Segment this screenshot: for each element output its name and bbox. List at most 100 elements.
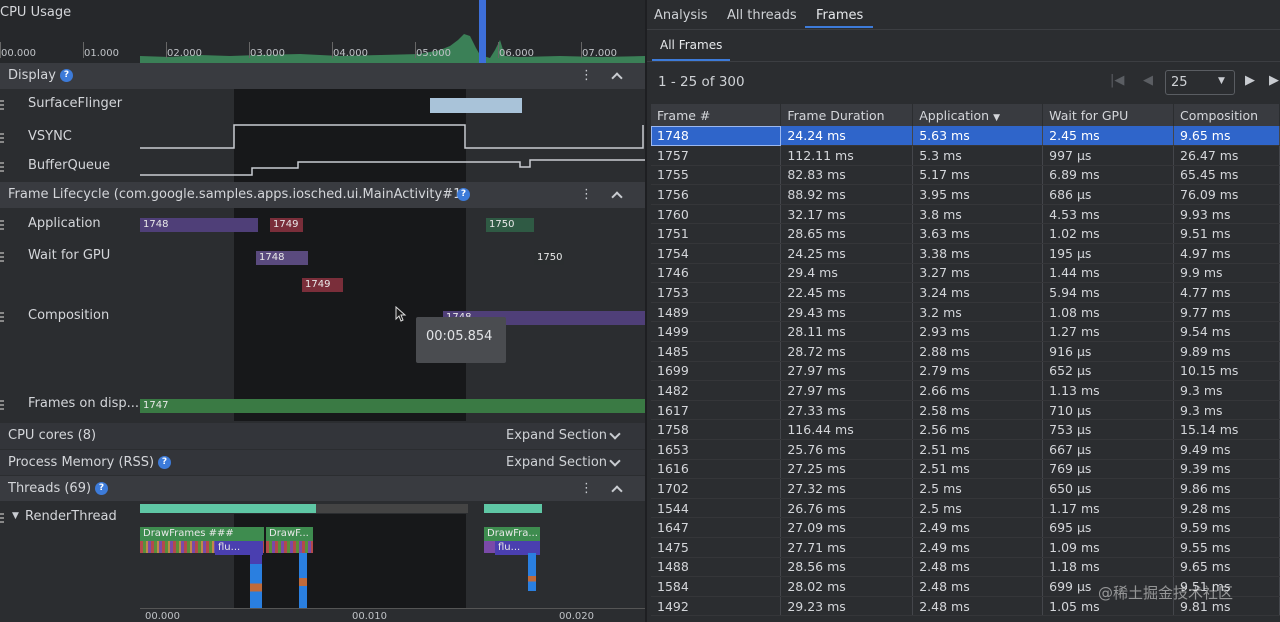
trace-slice[interactable]: DrawFrames ###: [140, 527, 264, 541]
frame-lifecycle-section-header[interactable]: Frame Lifecycle (com.google.samples.apps…: [0, 182, 645, 208]
column-header-composition[interactable]: Composition: [1173, 104, 1280, 126]
process-memory-section-header[interactable]: Process Memory (RSS) ? Expand Section: [0, 449, 645, 475]
tab-analysis[interactable]: Analysis: [654, 8, 708, 23]
first-page-icon[interactable]: |◀: [1110, 73, 1124, 88]
drag-handle-icon[interactable]: [0, 312, 4, 322]
frames-subtab-bar: All Frames: [647, 30, 1280, 62]
cpu-cores-title: CPU cores (8): [8, 428, 97, 443]
gpu-frame-bar[interactable]: 1748: [256, 251, 308, 265]
help-icon[interactable]: ?: [457, 188, 470, 201]
cpu-tick: 06.000: [498, 42, 534, 59]
drag-handle-icon[interactable]: [0, 133, 4, 143]
table-row[interactable]: 1544 26.76 ms 2.5 ms 1.17 ms 9.28 ms: [651, 498, 1280, 519]
expand-section-button[interactable]: Expand Section: [506, 455, 607, 470]
column-header-wait-for-gpu[interactable]: Wait for GPU: [1042, 104, 1174, 126]
cell-application: 5.17 ms: [912, 165, 1044, 186]
thread-state-bar[interactable]: [484, 504, 542, 513]
frames-table: Frame # Frame Duration Application ▼ Wai…: [651, 104, 1280, 617]
tab-all-frames[interactable]: All Frames: [660, 38, 722, 52]
column-header-frame-duration[interactable]: Frame Duration: [780, 104, 914, 126]
application-frame-bar[interactable]: 1749: [270, 218, 303, 232]
drag-handle-icon[interactable]: [0, 220, 4, 230]
table-row[interactable]: 1488 28.56 ms 2.48 ms 1.18 ms 9.65 ms: [651, 557, 1280, 578]
application-frame-bar[interactable]: 1748: [140, 218, 258, 232]
table-row[interactable]: 1756 88.92 ms 3.95 ms 686 µs 76.09 ms: [651, 184, 1280, 205]
tab-frames[interactable]: Frames: [816, 8, 863, 23]
trace-slice-column[interactable]: [528, 553, 536, 591]
gpu-frame-bar[interactable]: 1749: [302, 278, 343, 292]
table-row[interactable]: 1475 27.71 ms 2.49 ms 1.09 ms 9.55 ms: [651, 537, 1280, 558]
last-page-icon[interactable]: ▶|: [1269, 73, 1280, 88]
surfaceflinger-slice[interactable]: [430, 98, 522, 113]
cell-application: 2.79 ms: [912, 361, 1044, 382]
cell-frame: 1482: [651, 380, 782, 401]
column-header-frame[interactable]: Frame #: [651, 104, 782, 126]
table-row[interactable]: 1760 32.17 ms 3.8 ms 4.53 ms 9.93 ms: [651, 204, 1280, 225]
more-options-icon[interactable]: ⋮: [580, 69, 593, 82]
cell-frame-duration: 27.25 ms: [780, 459, 914, 480]
cell-composition: 4.77 ms: [1173, 282, 1280, 303]
table-row[interactable]: 1617 27.33 ms 2.58 ms 710 µs 9.3 ms: [651, 400, 1280, 421]
collapse-icon[interactable]: [611, 485, 623, 497]
expand-arrow-icon[interactable]: ▼: [12, 511, 19, 521]
drag-handle-icon[interactable]: [0, 162, 4, 172]
display-section-header[interactable]: Display ? ⋮: [0, 63, 645, 89]
table-row[interactable]: 1499 28.11 ms 2.93 ms 1.27 ms 9.54 ms: [651, 321, 1280, 343]
table-row[interactable]: 1753 22.45 ms 3.24 ms 5.94 ms 4.77 ms: [651, 282, 1280, 303]
chevron-down-icon[interactable]: [609, 455, 621, 467]
cell-application: 3.38 ms: [912, 243, 1044, 264]
trace-slice-strip[interactable]: [484, 541, 495, 553]
threads-section-header[interactable]: Threads (69) ? ⋮: [0, 475, 645, 501]
cell-application: 2.49 ms: [912, 537, 1044, 558]
display-frame-bar[interactable]: 1747: [140, 399, 645, 413]
gpu-frame-bar[interactable]: 1750: [534, 251, 564, 265]
trace-slice-column[interactable]: [250, 553, 262, 608]
thread-state-bar[interactable]: [316, 504, 468, 513]
table-row[interactable]: 1746 29.4 ms 3.27 ms 1.44 ms 9.9 ms: [651, 263, 1280, 284]
drag-handle-icon[interactable]: [0, 400, 4, 410]
table-row[interactable]: 1616 27.25 ms 2.51 ms 769 µs 9.39 ms: [651, 459, 1280, 480]
column-header-application[interactable]: Application ▼: [912, 104, 1044, 126]
page-size-select[interactable]: 25 ▼: [1165, 70, 1235, 95]
table-row[interactable]: 1482 27.97 ms 2.66 ms 1.13 ms 9.3 ms: [651, 380, 1280, 401]
prev-page-icon[interactable]: ◀: [1143, 73, 1153, 88]
thread-state-bar[interactable]: [140, 504, 316, 513]
table-row[interactable]: 1485 28.72 ms 2.88 ms 916 µs 9.89 ms: [651, 341, 1280, 362]
cpu-cores-section-header[interactable]: CPU cores (8) Expand Section: [0, 423, 645, 449]
timeline-panel: CPU Usage 00.000 01.000 02.000 03.000 04…: [0, 0, 645, 622]
cell-application: 3.95 ms: [912, 184, 1044, 205]
collapse-icon[interactable]: [611, 72, 623, 84]
table-row[interactable]: 1489 29.43 ms 3.2 ms 1.08 ms 9.77 ms: [651, 302, 1280, 323]
trace-slice-column[interactable]: [299, 553, 307, 608]
collapse-icon[interactable]: [611, 191, 623, 203]
help-icon[interactable]: ?: [60, 69, 73, 82]
chevron-down-icon[interactable]: [609, 428, 621, 440]
table-row[interactable]: 1653 25.76 ms 2.51 ms 667 µs 9.49 ms: [651, 439, 1280, 460]
more-options-icon[interactable]: ⋮: [580, 482, 593, 495]
tab-all-threads[interactable]: All threads: [727, 8, 797, 23]
table-row[interactable]: 1755 82.83 ms 5.17 ms 6.89 ms 65.45 ms: [651, 165, 1280, 186]
table-row[interactable]: 1702 27.32 ms 2.5 ms 650 µs 9.86 ms: [651, 478, 1280, 499]
next-page-icon[interactable]: ▶: [1245, 73, 1255, 88]
trace-slice-strip[interactable]: [266, 541, 313, 553]
expand-section-button[interactable]: Expand Section: [506, 428, 607, 443]
table-row[interactable]: 1751 28.65 ms 3.63 ms 1.02 ms 9.51 ms: [651, 223, 1280, 245]
more-options-icon[interactable]: ⋮: [580, 188, 593, 201]
trace-slice[interactable]: DrawFra...: [484, 527, 540, 541]
drag-handle-icon[interactable]: [0, 252, 4, 262]
help-icon[interactable]: ?: [158, 456, 171, 469]
drag-handle-icon[interactable]: [0, 100, 4, 110]
application-frame-bar[interactable]: 1750: [486, 218, 534, 232]
trace-slice[interactable]: DrawF...: [266, 527, 313, 541]
table-row[interactable]: 1748 24.24 ms 5.63 ms 2.45 ms 9.65 ms: [651, 126, 1280, 147]
table-row[interactable]: 1699 27.97 ms 2.79 ms 652 µs 10.15 ms: [651, 361, 1280, 382]
cell-frame-duration: 29.43 ms: [780, 302, 914, 323]
table-row[interactable]: 1647 27.09 ms 2.49 ms 695 µs 9.59 ms: [651, 517, 1280, 538]
cell-composition: 9.28 ms: [1173, 498, 1280, 519]
cell-wait-for-gpu: 4.53 ms: [1042, 204, 1174, 225]
drag-handle-icon[interactable]: [0, 513, 4, 523]
table-row[interactable]: 1758 116.44 ms 2.56 ms 753 µs 15.14 ms: [651, 419, 1280, 440]
help-icon[interactable]: ?: [95, 482, 108, 495]
table-row[interactable]: 1757 112.11 ms 5.3 ms 997 µs 26.47 ms: [651, 145, 1280, 166]
table-row[interactable]: 1754 24.25 ms 3.38 ms 195 µs 4.97 ms: [651, 243, 1280, 264]
